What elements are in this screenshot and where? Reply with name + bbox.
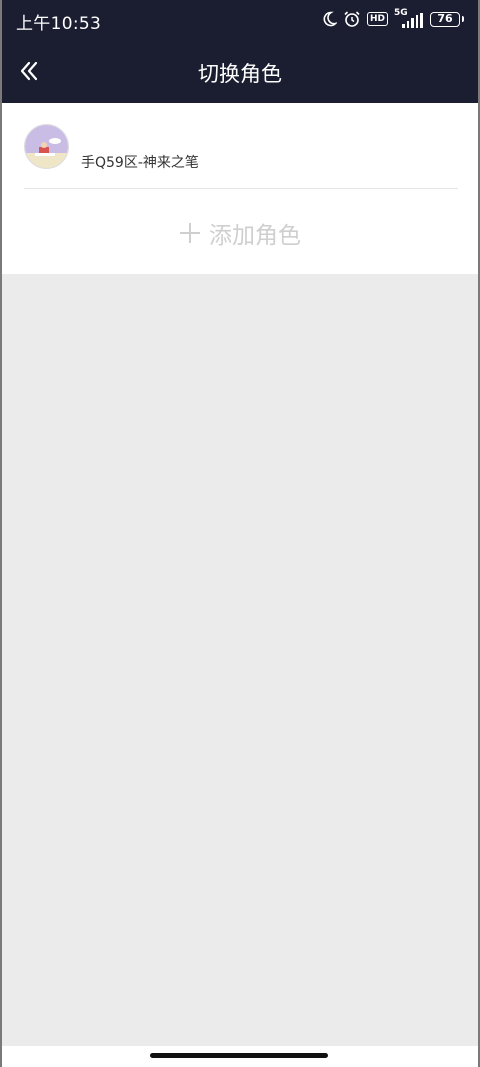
role-name: 手Q59区-神来之笔 xyxy=(81,155,199,171)
add-role-button[interactable]: 添加角色 xyxy=(2,215,478,251)
role-list-card: 手Q59区-神来之笔 添加角色 xyxy=(2,103,478,274)
role-avatar xyxy=(24,124,69,169)
alarm-icon xyxy=(343,10,361,28)
page-title: 切换角色 xyxy=(198,62,282,86)
hd-icon: HD xyxy=(366,12,388,26)
signal-icon: 5G xyxy=(394,8,424,29)
add-role-label: 添加角色 xyxy=(209,223,301,249)
status-bar: 上午10:53 HD 5G 76 xyxy=(0,0,480,38)
plus-icon xyxy=(180,223,200,243)
home-indicator[interactable] xyxy=(150,1053,328,1058)
role-item[interactable]: 手Q59区-神来之笔 xyxy=(24,121,458,189)
top-bar: 上午10:53 HD 5G 76 切换角色 xyxy=(0,0,480,103)
status-icons: HD 5G 76 xyxy=(321,8,464,30)
status-time: 上午10:53 xyxy=(16,14,102,34)
moon-icon xyxy=(321,11,337,27)
battery-icon: 76 xyxy=(430,11,464,27)
nav-bar: 切换角色 xyxy=(0,38,480,103)
